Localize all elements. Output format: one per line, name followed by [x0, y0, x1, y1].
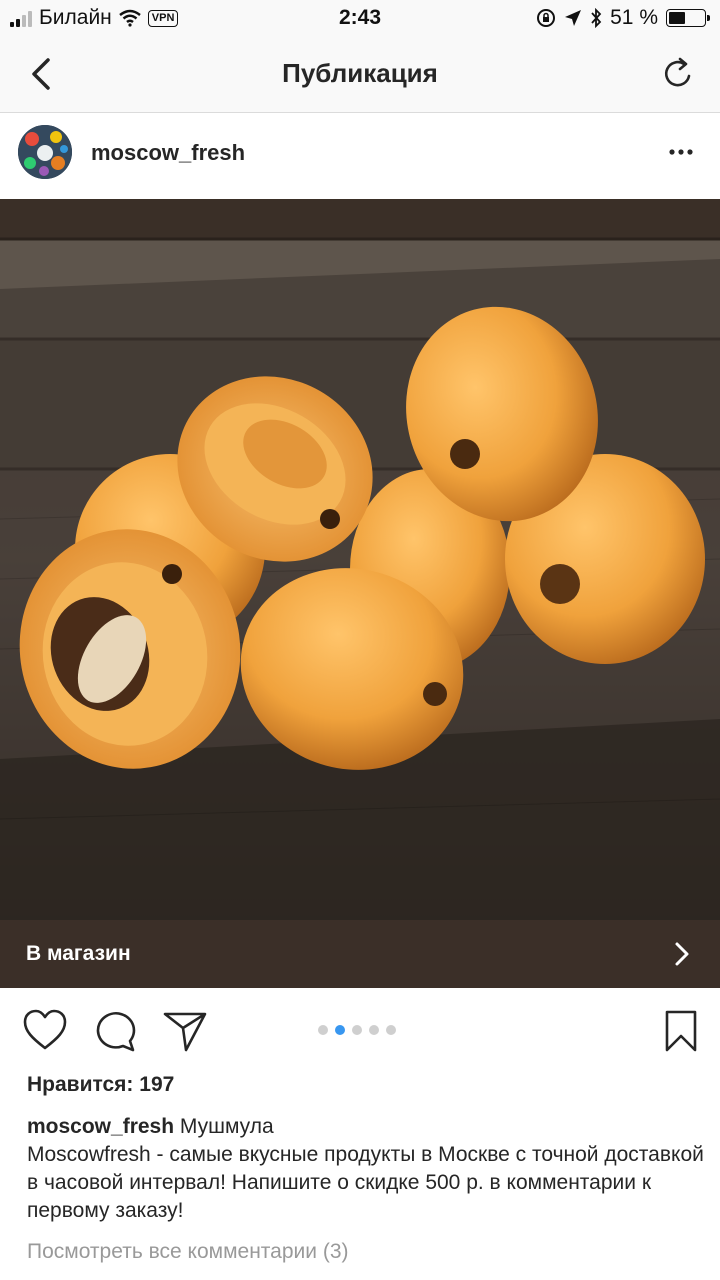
post-actions — [0, 1000, 720, 1062]
save-button[interactable] — [658, 1008, 704, 1054]
share-button[interactable] — [162, 1008, 208, 1054]
comment-button[interactable] — [92, 1008, 138, 1054]
carousel-dot — [386, 1025, 396, 1035]
caption-username[interactable]: moscow_fresh — [27, 1115, 174, 1138]
shop-link-label: В магазин — [26, 942, 131, 965]
likes-count[interactable]: Нравится: 197 — [27, 1073, 174, 1097]
carousel-dot — [335, 1025, 345, 1035]
battery-icon — [666, 9, 710, 27]
bluetooth-icon — [591, 8, 602, 28]
caption-title: Мушмула — [179, 1115, 274, 1138]
post-username[interactable]: moscow_fresh — [91, 140, 245, 166]
view-all-comments-link[interactable]: Посмотреть все комментарии (3) — [27, 1240, 349, 1264]
orientation-lock-icon — [537, 9, 556, 27]
post-caption: moscow_fresh Мушмула Moscowfresh - самые… — [27, 1113, 707, 1225]
battery-fill — [669, 12, 686, 24]
carousel-indicator — [318, 1025, 396, 1035]
carousel-dot — [369, 1025, 379, 1035]
more-options-button[interactable] — [666, 137, 696, 167]
status-right: 51 % — [536, 6, 710, 30]
like-button[interactable] — [22, 1008, 68, 1054]
post-header: moscow_fresh — [0, 113, 720, 199]
refresh-button[interactable] — [658, 54, 698, 94]
chevron-right-icon — [675, 942, 689, 966]
post-photo[interactable] — [0, 199, 720, 921]
status-bar: Билайн VPN 2:43 51 % — [0, 0, 720, 38]
carousel-dot — [318, 1025, 328, 1035]
avatar[interactable] — [18, 125, 72, 179]
shop-link-bar[interactable]: В магазин — [0, 920, 720, 988]
carousel-dot — [352, 1025, 362, 1035]
battery-percent: 51 % — [610, 6, 658, 29]
location-icon — [565, 10, 582, 26]
caption-text: Moscowfresh - самые вкусные продукты в М… — [27, 1143, 704, 1222]
navigation-bar: Публикация — [0, 38, 720, 113]
page-title: Публикация — [282, 58, 438, 88]
